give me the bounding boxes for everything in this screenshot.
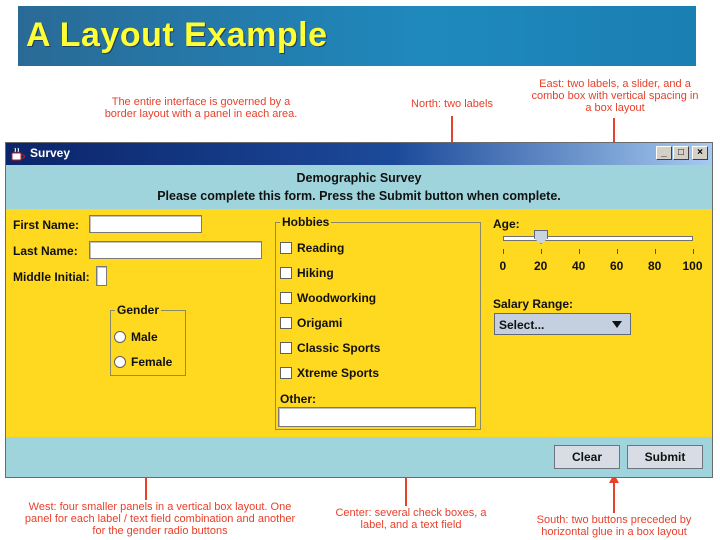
gender-title: Gender [115,303,162,317]
first-name-field[interactable] [89,215,202,233]
male-radio[interactable] [114,331,126,343]
window-title: Survey [30,146,71,160]
arrow-south [613,483,615,513]
age-tick-label: 100 [682,259,703,273]
first-name-label: First Name: [13,218,80,232]
xtreme-sports-checkbox[interactable] [280,367,292,379]
note-center: Center: several check boxes, a label, an… [335,507,487,531]
other-field[interactable] [278,407,476,427]
middle-initial-field[interactable] [96,266,107,286]
salary-range-combo[interactable]: Select... [494,313,631,335]
age-tick-label: 0 [499,259,507,273]
last-name-label: Last Name: [13,244,78,258]
minimize-button[interactable]: _ [656,146,672,160]
close-button[interactable]: × [692,146,708,160]
woodworking-label: Woodworking [297,291,377,305]
origami-checkbox[interactable] [280,317,292,329]
age-tick-mark [579,249,580,254]
middle-area: First Name: Last Name: Middle Initial: G… [6,209,712,437]
dropdown-arrow-icon [612,321,622,328]
note-south: South: two buttons preceded by horizonta… [536,514,692,538]
submit-button[interactable]: Submit [627,445,703,469]
clear-button[interactable]: Clear [554,445,620,469]
hobbies-title: Hobbies [280,215,332,229]
male-label: Male [131,330,158,344]
slide-header: A Layout Example [18,6,696,66]
middle-initial-label: Middle Initial: [13,270,90,284]
window-titlebar[interactable]: Survey _ □ × [6,143,712,165]
note-west: West: four smaller panels in a vertical … [24,501,296,537]
south-panel: Clear Submit [6,437,712,477]
female-label: Female [131,355,173,369]
age-tick-mark [655,249,656,254]
age-tick-mark [503,249,504,254]
age-tick-label: 80 [648,259,662,273]
note-east: East: two labels, a slider, and a combo … [531,78,699,114]
gender-group: Gender Male Female [110,303,186,376]
reading-checkbox[interactable] [280,242,292,254]
last-name-field[interactable] [89,241,262,259]
age-slider-track[interactable] [503,236,693,241]
classic-sports-checkbox[interactable] [280,342,292,354]
origami-label: Origami [297,316,343,330]
age-tick-label: 20 [534,259,548,273]
note-border-layout: The entire interface is governed by a bo… [104,96,298,120]
age-tick-label: 40 [572,259,586,273]
age-tick-mark [693,249,694,254]
hobbies-group: Hobbies Reading Hiking Woodworking Origa… [275,215,481,430]
age-slider-thumb[interactable] [534,230,548,244]
hiking-label: Hiking [297,266,334,280]
java-cup-icon [11,147,25,161]
other-label: Other: [280,392,316,406]
survey-heading: Demographic Survey [296,171,422,185]
survey-instructions: Please complete this form. Press the Sub… [157,189,561,203]
slide-title: A Layout Example [26,16,328,54]
female-radio[interactable] [114,356,126,368]
woodworking-checkbox[interactable] [280,292,292,304]
salary-range-label: Salary Range: [493,297,574,311]
maximize-button[interactable]: □ [673,146,689,160]
age-tick-label: 60 [610,259,624,273]
survey-window: Survey _ □ × Demographic Survey Please c… [5,142,713,478]
classic-sports-label: Classic Sports [297,341,381,355]
hiking-checkbox[interactable] [280,267,292,279]
age-tick-mark [541,249,542,254]
xtreme-sports-label: Xtreme Sports [297,366,380,380]
note-north: North: two labels [411,98,493,110]
north-panel: Demographic Survey Please complete this … [6,165,712,209]
reading-label: Reading [297,241,345,255]
salary-range-selected: Select... [499,318,545,332]
age-label: Age: [493,217,520,231]
age-tick-mark [617,249,618,254]
